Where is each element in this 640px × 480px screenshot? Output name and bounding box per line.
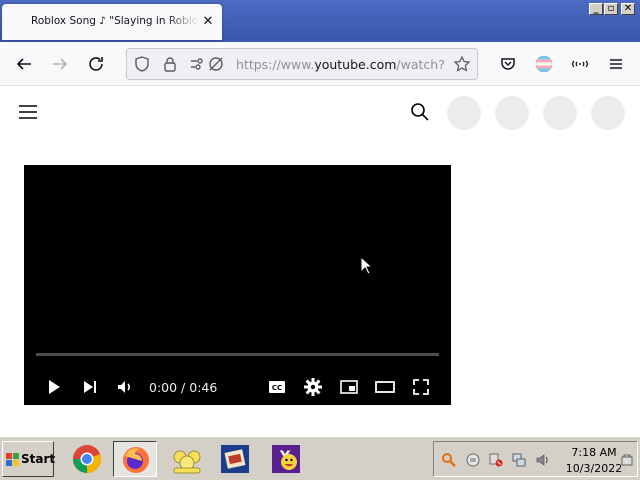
search-icon[interactable] bbox=[441, 452, 457, 468]
taskbar: Start 7:18 AM 10/3/2022 bbox=[0, 436, 640, 480]
header-placeholder bbox=[591, 96, 625, 130]
window-minimize-button[interactable]: _ bbox=[589, 3, 603, 15]
start-label: Start bbox=[21, 452, 56, 466]
network-icon[interactable] bbox=[511, 452, 527, 468]
next-icon[interactable] bbox=[78, 375, 102, 399]
yahoo-messenger-taskbar-button[interactable]: Y bbox=[264, 441, 308, 477]
system-tray: 7:18 AM 10/3/2022 bbox=[433, 441, 638, 477]
pocket-icon[interactable] bbox=[496, 52, 520, 76]
volume-icon[interactable] bbox=[113, 375, 137, 399]
permissions-icon[interactable] bbox=[189, 55, 207, 73]
fullscreen-icon[interactable] bbox=[409, 375, 433, 399]
play-icon[interactable] bbox=[42, 375, 66, 399]
time-separator: / bbox=[177, 380, 190, 395]
extensions-icon[interactable] bbox=[568, 52, 592, 76]
browser-titlebar: Roblox Song ♪ "Slaying in Roblox R ✕ _ ▫… bbox=[0, 0, 640, 42]
address-bar[interactable]: https://www.youtube.com/watch?v= bbox=[126, 48, 478, 80]
search-icon[interactable] bbox=[408, 100, 432, 124]
shield-icon[interactable] bbox=[133, 55, 151, 73]
chrome-taskbar-button[interactable] bbox=[65, 441, 109, 477]
chrome-icon bbox=[72, 445, 102, 474]
header-placeholder bbox=[495, 96, 529, 130]
captions-icon[interactable]: CC bbox=[265, 375, 289, 399]
browser-tab[interactable]: Roblox Song ♪ "Slaying in Roblox R ✕ bbox=[2, 4, 222, 40]
video-player[interactable]: 0:00 / 0:46 CC bbox=[24, 165, 451, 405]
forward-arrow-icon[interactable] bbox=[48, 52, 72, 76]
youtube-masthead bbox=[0, 87, 640, 141]
firefox-taskbar-button[interactable] bbox=[113, 441, 157, 477]
reload-icon[interactable] bbox=[84, 52, 108, 76]
progress-bar[interactable] bbox=[36, 353, 439, 356]
bookmark-star-icon[interactable] bbox=[453, 55, 471, 73]
browser-navbar: https://www.youtube.com/watch?v= bbox=[0, 42, 640, 86]
volume-icon[interactable] bbox=[535, 452, 551, 468]
clock-date[interactable]: 10/3/2022 bbox=[564, 462, 624, 475]
start-button[interactable]: Start bbox=[2, 441, 56, 477]
settings-icon[interactable] bbox=[301, 375, 325, 399]
tab-title: Roblox Song ♪ "Slaying in Roblox R bbox=[31, 15, 199, 27]
clock-time[interactable]: 7:18 AM bbox=[564, 446, 624, 459]
yahoo-messenger-icon: Y bbox=[272, 445, 300, 473]
network-blocked-icon[interactable] bbox=[488, 452, 504, 468]
photo-app-icon bbox=[221, 445, 249, 473]
sync-icon[interactable] bbox=[465, 452, 481, 468]
hamburger-menu-icon[interactable] bbox=[604, 52, 628, 76]
svg-text:CC: CC bbox=[272, 384, 282, 392]
family-icon bbox=[173, 450, 201, 474]
miniplayer-icon[interactable] bbox=[337, 375, 361, 399]
tab-close-icon[interactable]: ✕ bbox=[200, 14, 216, 30]
account-icon[interactable] bbox=[532, 52, 556, 76]
header-placeholder bbox=[447, 96, 481, 130]
windows-logo-icon bbox=[6, 453, 19, 466]
hamburger-menu-icon[interactable] bbox=[16, 100, 40, 124]
window-restore-button[interactable]: ▫ bbox=[604, 3, 618, 15]
family-app-taskbar-button[interactable] bbox=[165, 441, 209, 477]
window-close-button[interactable]: ✕ bbox=[621, 3, 635, 15]
theater-mode-icon[interactable] bbox=[373, 375, 397, 399]
mouse-cursor-icon bbox=[360, 255, 374, 276]
duration: 0:46 bbox=[189, 380, 218, 395]
photo-app-taskbar-button[interactable] bbox=[213, 441, 257, 477]
back-arrow-icon[interactable] bbox=[12, 52, 36, 76]
safely-remove-icon[interactable] bbox=[619, 452, 635, 468]
header-placeholder bbox=[543, 96, 577, 130]
firefox-icon bbox=[123, 447, 149, 473]
url-text: https://www.youtube.com/watch?v= bbox=[236, 57, 444, 72]
current-time: 0:00 bbox=[149, 380, 178, 395]
lock-icon[interactable] bbox=[161, 55, 179, 73]
tracking-protection-icon[interactable] bbox=[207, 55, 225, 73]
time-display: 0:00 / 0:46 bbox=[149, 380, 217, 395]
